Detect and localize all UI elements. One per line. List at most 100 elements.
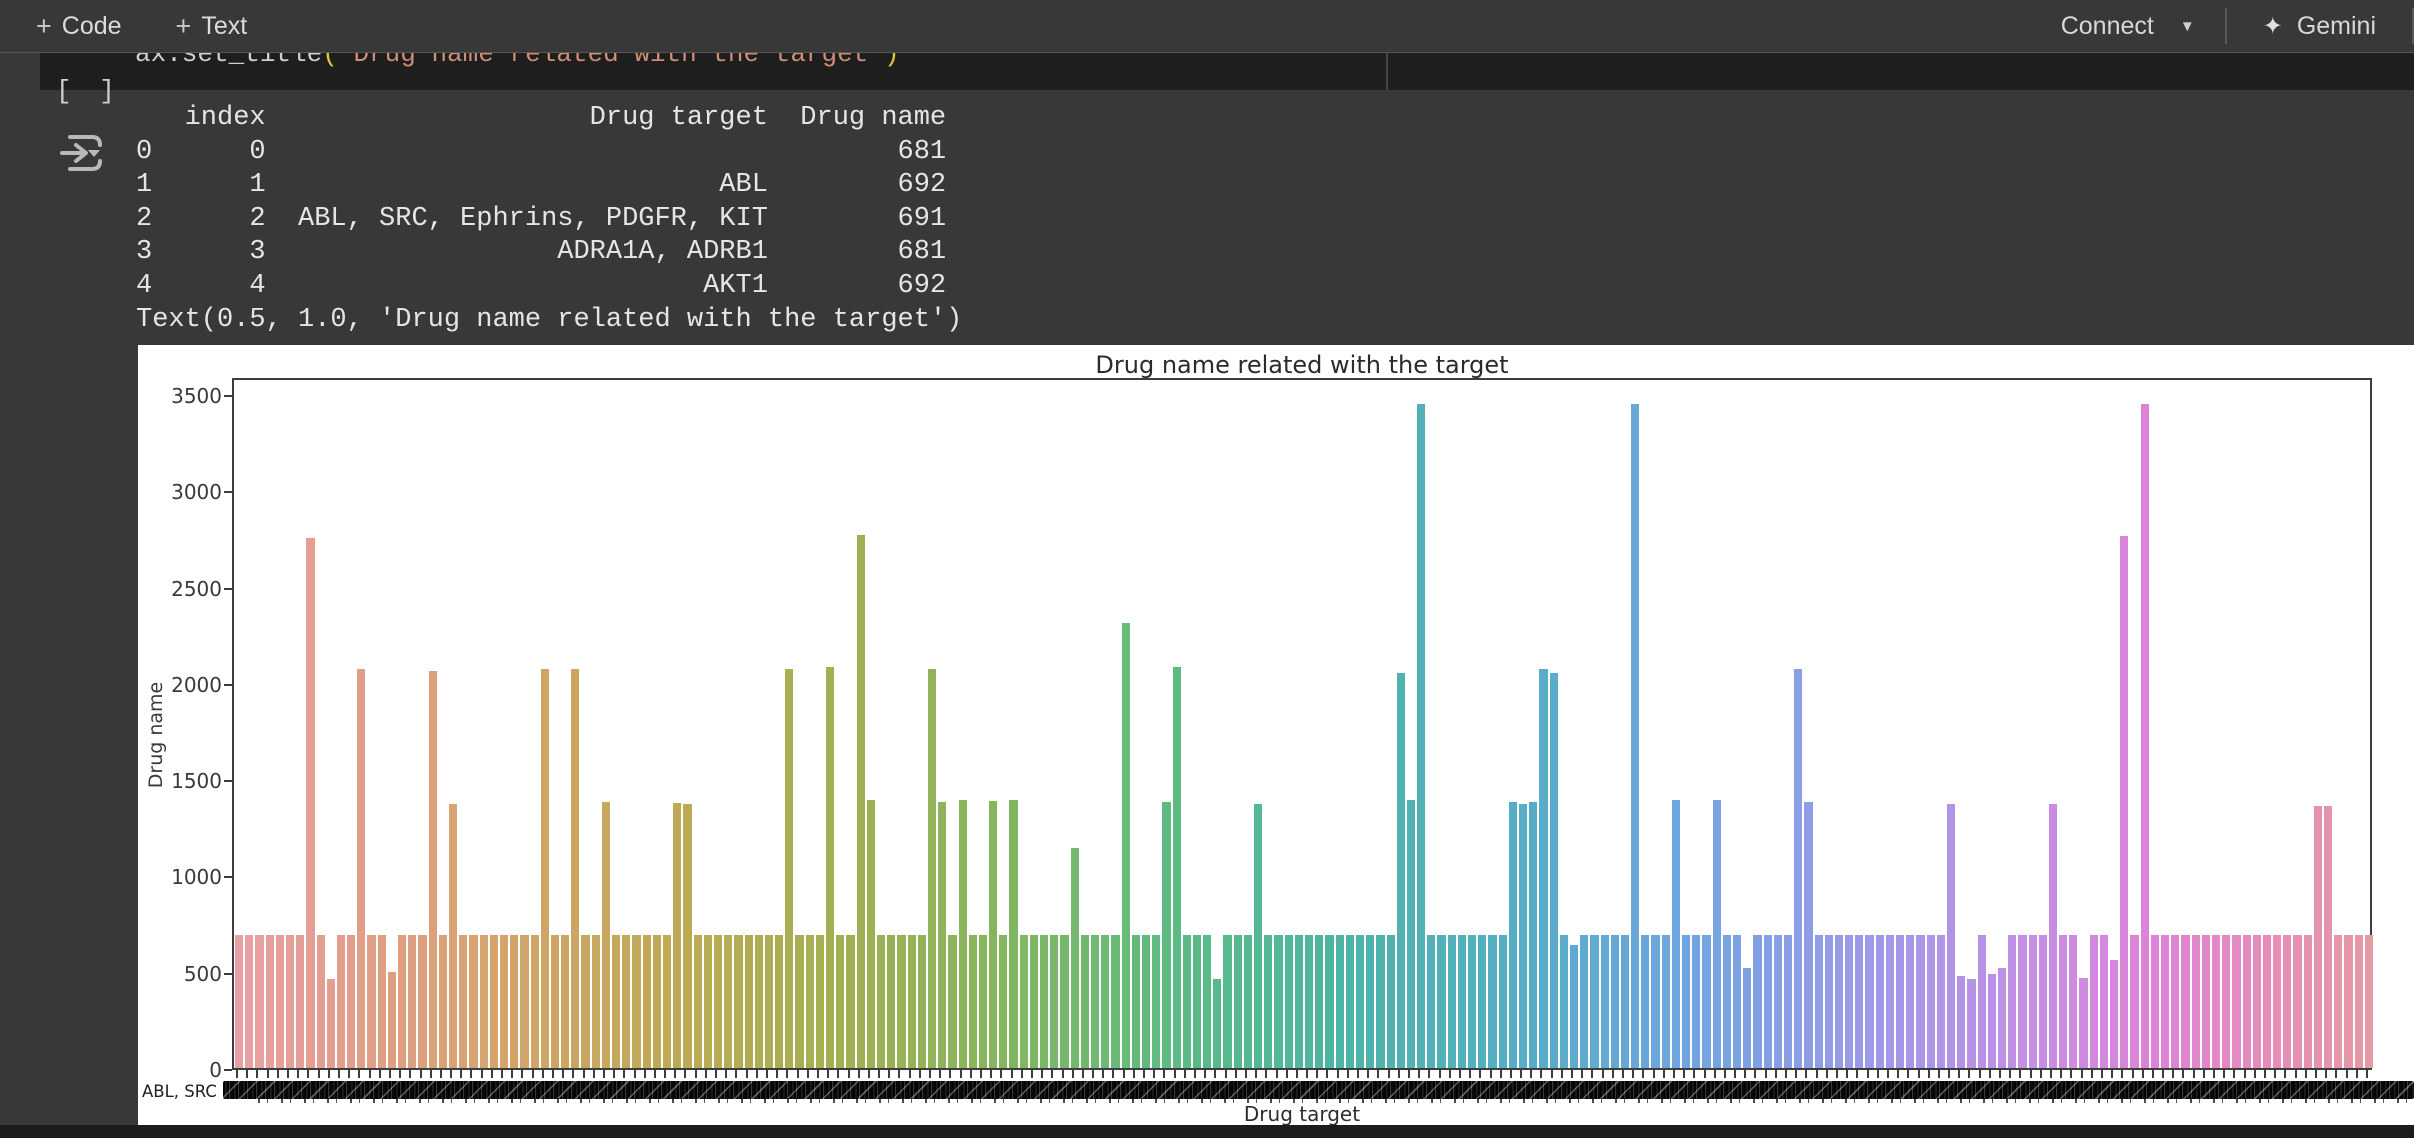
x-tick-mark [1276,1069,1278,1078]
bar [296,935,304,1068]
bar [1988,974,1996,1068]
x-tick-mark [2305,1069,2307,1078]
x-tick-mark [1979,1069,1981,1078]
x-axis-ticks [232,1069,2372,1078]
code-editor-strip[interactable]: ax.set_title('Drug name related with the… [40,53,2414,90]
bar [704,935,712,1068]
bar [1723,935,1731,1068]
bar [581,935,589,1068]
chevron-down-icon: ▼ [2180,18,2195,35]
bar [867,800,875,1068]
code-identifier: ax.set_title [135,53,322,69]
bar [643,935,651,1068]
bar [2161,935,2169,1068]
x-tick-mark [1153,1069,1155,1078]
bar [500,935,508,1068]
gemini-button[interactable]: ✦ Gemini [2227,12,2412,41]
bar [469,935,477,1068]
bar [755,935,763,1068]
x-tick-mark [2233,1069,2235,1078]
x-tick-mark [654,1069,656,1078]
bar [1488,935,1496,1068]
bar [1927,935,1935,1068]
bar [317,935,325,1068]
bar [1855,935,1863,1068]
x-tick-mark [858,1069,860,1078]
x-tick-mark [1235,1069,1237,1078]
x-tick-mark [1663,1069,1665,1078]
bar [1998,968,2006,1068]
y-tick-mark [224,876,232,878]
x-tick-mark [1408,1069,1410,1078]
bar [765,935,773,1068]
bar [1906,935,1914,1068]
bar [520,935,528,1068]
bar [979,935,987,1068]
y-tick-mark [224,973,232,975]
x-tick-mark [644,1069,646,1078]
connect-button[interactable]: Connect ▼ [2031,12,2225,41]
x-tick-mark [1744,1069,1746,1078]
x-tick-mark [369,1069,371,1078]
x-tick-mark [460,1069,462,1078]
x-tick-mark [1561,1069,1563,1078]
bar [449,804,457,1068]
x-tick-mark [2274,1069,2276,1078]
x-tick-mark [1867,1069,1869,1078]
x-tick-mark [990,1069,992,1078]
bar [255,935,263,1068]
x-tick-mark [501,1069,503,1078]
bar [1499,935,1507,1068]
bar [928,669,936,1068]
bar [357,669,365,1068]
x-tick-mark [2142,1069,2144,1078]
cell-run-indicator[interactable]: [ ] [56,76,121,106]
add-text-button[interactable]: + Text [162,6,262,47]
gemini-label: Gemini [2297,12,2376,41]
add-code-button[interactable]: + Code [22,6,136,47]
bar [1285,935,1293,1068]
bar [1274,935,1282,1068]
bar [948,935,956,1068]
bar [1601,935,1609,1068]
bar [2008,935,2016,1068]
gemini-spark-icon: ✦ [2263,12,2283,41]
bar [1815,935,1823,1068]
x-tick-mark [1163,1069,1165,1078]
x-tick-mark [1184,1069,1186,1078]
bar [1081,935,1089,1068]
bar [266,935,274,1068]
cell-text-output: index Drug target Drug name 0 0 681 1 1 … [136,102,962,337]
x-tick-mark [1683,1069,1685,1078]
x-tick-mark [1693,1069,1695,1078]
x-tick-mark [1602,1069,1604,1078]
x-tick-mark [1856,1069,1858,1078]
bar [938,802,946,1068]
x-tick-mark [470,1069,472,1078]
x-tick-mark [1642,1069,1644,1078]
colab-notebook: + Code + Text Connect ▼ ✦ Gemini ax.set_… [0,0,2414,1138]
bar [561,935,569,1068]
bar [877,935,885,1068]
x-tick-mark [797,1069,799,1078]
x-tick-mark [695,1069,697,1078]
bar [2120,536,2128,1068]
bar [439,935,447,1068]
x-tick-mark [766,1069,768,1078]
x-tick-mark [2070,1069,2072,1078]
cell-output-icon[interactable] [58,132,106,174]
bar [1305,935,1313,1068]
x-tick-mark [1112,1069,1114,1078]
bar [1835,935,1843,1068]
x-axis-label: Drug target [232,1102,2372,1126]
bar [2365,935,2373,1068]
bar [2334,935,2342,1068]
x-tick-mark [1041,1069,1043,1078]
x-tick-mark [1428,1069,1430,1078]
x-tick-mark [532,1069,534,1078]
x-tick-mark [2172,1069,2174,1078]
code-close-paren: ) [884,53,900,69]
x-tick-mark [328,1069,330,1078]
x-tick-mark [1622,1069,1624,1078]
bar [2069,935,2077,1068]
